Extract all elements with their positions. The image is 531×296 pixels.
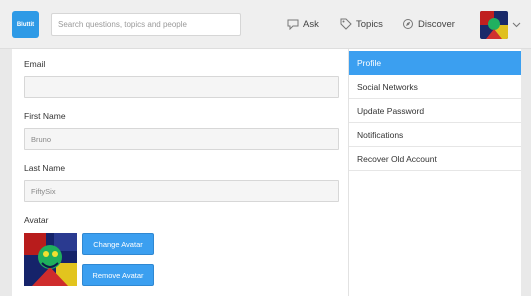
- sidebar-item-label: Notifications: [357, 129, 404, 140]
- logo-text: Bluttit: [16, 21, 35, 28]
- compass-icon: [403, 19, 413, 29]
- change-avatar-button[interactable]: Change Avatar: [82, 233, 154, 255]
- sidebar-item-notifications[interactable]: Notifications: [349, 123, 521, 147]
- remove-avatar-label: Remove Avatar: [92, 270, 144, 280]
- tag-icon: [340, 18, 352, 30]
- nav-topics[interactable]: Topics: [340, 18, 383, 30]
- chevron-down-icon[interactable]: [512, 20, 521, 29]
- settings-sidebar: Profile Social Networks Update Password …: [349, 49, 521, 296]
- email-field[interactable]: [24, 76, 339, 98]
- profile-form-panel: Email First Name Last Name Avatar Change…: [12, 49, 349, 296]
- first-name-field[interactable]: [24, 128, 339, 150]
- sidebar-item-social-networks[interactable]: Social Networks: [349, 75, 521, 99]
- first-name-label: First Name: [24, 111, 66, 121]
- nav-discover[interactable]: Discover: [402, 18, 455, 30]
- sidebar-item-label: Profile: [357, 58, 382, 68]
- avatar-image: [480, 11, 508, 39]
- top-bar: Bluttit Ask Topics Discover: [0, 0, 531, 49]
- app-logo[interactable]: Bluttit: [12, 11, 39, 38]
- search-input[interactable]: [51, 13, 241, 36]
- avatar-image: [24, 233, 77, 286]
- nav-ask-label: Ask: [303, 18, 319, 30]
- sidebar-item-label: Social Networks: [357, 81, 418, 92]
- last-name-label: Last Name: [24, 163, 66, 173]
- nav-topics-label: Topics: [356, 18, 383, 30]
- avatar-preview: [24, 233, 77, 286]
- user-avatar[interactable]: [480, 11, 508, 39]
- sidebar-item-update-password[interactable]: Update Password: [349, 99, 521, 123]
- last-name-field[interactable]: [24, 180, 339, 202]
- sidebar-item-profile[interactable]: Profile: [349, 51, 521, 75]
- nav-discover-label: Discover: [418, 18, 455, 30]
- remove-avatar-button[interactable]: Remove Avatar: [82, 264, 154, 286]
- change-avatar-label: Change Avatar: [93, 239, 143, 249]
- nav-ask[interactable]: Ask: [287, 18, 319, 30]
- sidebar-item-recover-old-account[interactable]: Recover Old Account: [349, 147, 521, 171]
- sidebar-item-label: Recover Old Account: [357, 153, 437, 164]
- sidebar-item-label: Update Password: [357, 105, 425, 116]
- speech-bubble-icon: [287, 19, 299, 30]
- avatar-label: Avatar: [24, 215, 49, 225]
- email-label: Email: [24, 59, 46, 69]
